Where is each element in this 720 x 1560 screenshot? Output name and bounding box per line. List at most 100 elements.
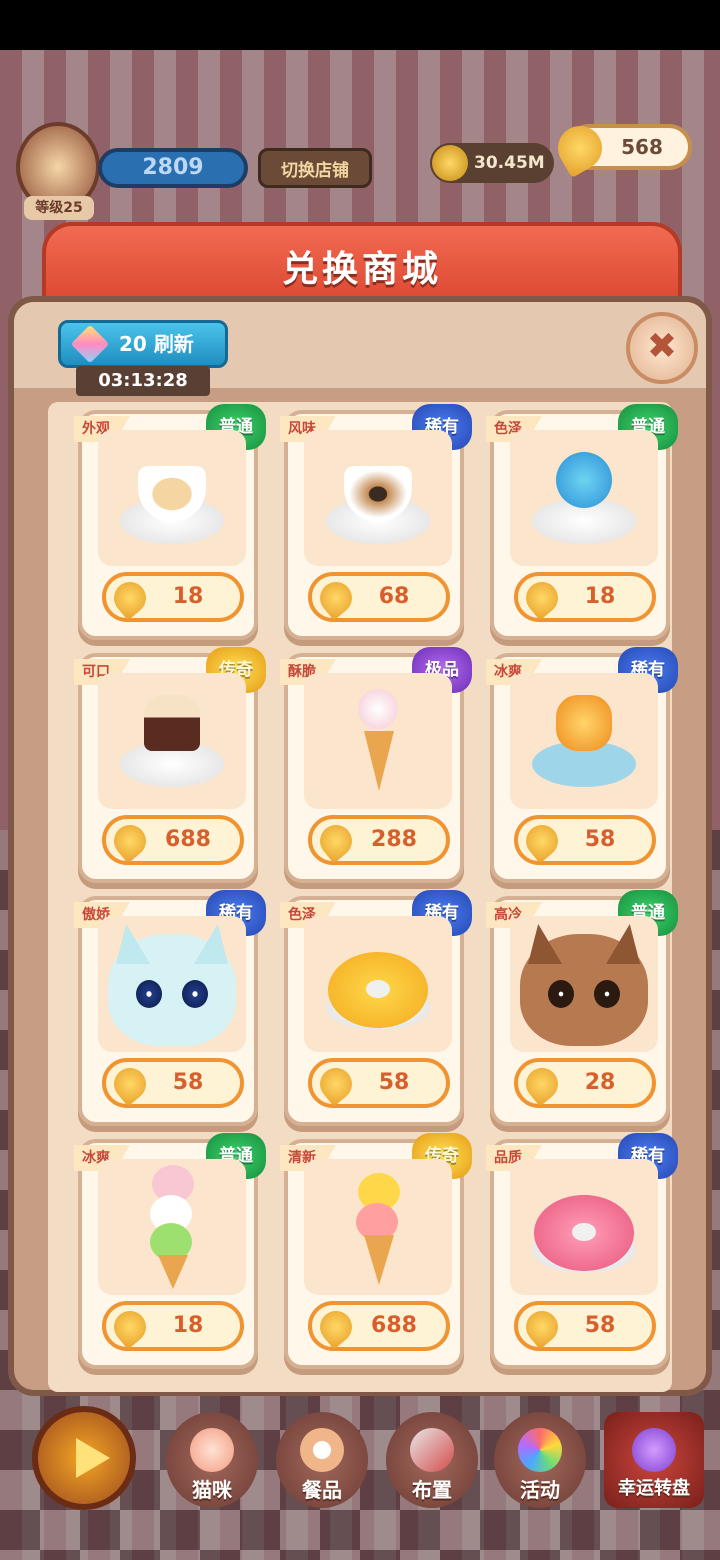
- hammer-icon: [410, 1428, 454, 1472]
- item-card[interactable]: 品质 稀有 58: [486, 1133, 678, 1369]
- item-card[interactable]: 外观 普通 18: [74, 404, 266, 640]
- item-card[interactable]: 高冷 普通 28: [486, 890, 678, 1126]
- item-card[interactable]: 酥脆 极品 288: [280, 647, 472, 883]
- item-card[interactable]: 傲娇 稀有 58: [74, 890, 266, 1126]
- price-value: 58: [584, 827, 616, 852]
- fish-icon: [107, 818, 153, 864]
- coin-counter: 30.45M: [430, 143, 554, 183]
- fish-icon: [313, 575, 359, 621]
- price-value: 18: [584, 584, 616, 609]
- fish-icon: [107, 1304, 153, 1350]
- price-value: 58: [172, 1070, 204, 1095]
- price-value: 688: [165, 827, 211, 852]
- fish-icon: [107, 575, 153, 621]
- fish-icon: [313, 1061, 359, 1107]
- item-art: [304, 430, 452, 566]
- item-art: [98, 1159, 246, 1295]
- item-art: [510, 430, 658, 566]
- price-button[interactable]: 688: [102, 815, 244, 865]
- price-value: 28: [584, 1070, 616, 1095]
- item-art: [98, 916, 246, 1052]
- fish-value: 568: [621, 135, 663, 159]
- fish-icon: [519, 818, 565, 864]
- nav-food-label: 餐品: [302, 1478, 342, 1502]
- item-art: [510, 673, 658, 809]
- gem-icon: [70, 324, 110, 364]
- item-card[interactable]: 风味 稀有 68: [280, 404, 472, 640]
- price-value: 18: [172, 584, 204, 609]
- fish-icon: [313, 1304, 359, 1350]
- item-art: [98, 673, 246, 809]
- fish-currency-counter: 568: [549, 117, 692, 179]
- shop-avatar[interactable]: 等级25: [16, 122, 100, 220]
- nav-decor[interactable]: 布置: [386, 1412, 478, 1508]
- item-card[interactable]: 色泽 稀有 58: [280, 890, 472, 1126]
- price-button[interactable]: 18: [514, 572, 656, 622]
- refresh-label: 刷新: [153, 332, 194, 356]
- paw-icon: [190, 1428, 234, 1472]
- price-button[interactable]: 58: [102, 1058, 244, 1108]
- fish-icon: [313, 818, 359, 864]
- price-button[interactable]: 58: [308, 1058, 450, 1108]
- price-value: 68: [378, 584, 410, 609]
- item-card[interactable]: 清新 传奇 688: [280, 1133, 472, 1369]
- price-button[interactable]: 688: [308, 1301, 450, 1351]
- star-icon: [632, 1428, 676, 1472]
- modal-title: 兑换商城: [281, 249, 442, 290]
- fish-icon: [519, 1304, 565, 1350]
- waffle-cone: [158, 1255, 188, 1289]
- item-card[interactable]: 色泽 普通 18: [486, 404, 678, 640]
- item-art: [510, 916, 658, 1052]
- exchange-shop-modal: 兑换商城 20 刷新 03:13:28 ✖ 外观 普通 18 风味 稀有 68 色泽 普通 18…: [8, 222, 712, 1398]
- yellow-donut: [328, 952, 428, 1028]
- brown-cat: [520, 924, 648, 1046]
- fish-icon: [519, 1061, 565, 1107]
- nav-decor-label: 布置: [412, 1478, 452, 1502]
- refresh-button[interactable]: 20 刷新: [58, 320, 228, 368]
- blue-cupcake: [556, 452, 612, 508]
- item-art: [510, 1159, 658, 1295]
- price-button[interactable]: 18: [102, 572, 244, 622]
- switch-shop-button[interactable]: 切换店铺: [258, 148, 372, 188]
- donut-icon: [300, 1428, 344, 1472]
- price-value: 688: [371, 1313, 417, 1338]
- fish-icon: [519, 575, 565, 621]
- price-button[interactable]: 28: [514, 1058, 656, 1108]
- coin-icon: [432, 145, 468, 181]
- price-value: 288: [371, 827, 417, 852]
- item-art: [304, 1159, 452, 1295]
- nav-cats-label: 猫咪: [192, 1478, 232, 1502]
- item-grid: 外观 普通 18 风味 稀有 68 色泽 普通 18 可口 传奇 688 酥脆 极品 288 冰爽 稀有 58 傲娇…: [48, 402, 678, 1392]
- nav-cats[interactable]: 猫咪: [166, 1412, 258, 1508]
- play-button[interactable]: [32, 1406, 136, 1510]
- chick-popsicle: [556, 695, 612, 751]
- item-art: [304, 673, 452, 809]
- item-card[interactable]: 可口 传奇 688: [74, 647, 266, 883]
- nav-events-label: 活动: [520, 1478, 560, 1502]
- waffle-cone: [364, 731, 394, 791]
- modal-toolbar: 20 刷新 03:13:28 ✖: [14, 302, 706, 396]
- item-card[interactable]: 冰爽 普通 18: [74, 1133, 266, 1369]
- price-value: 18: [172, 1313, 204, 1338]
- coin-value: 30.45M: [474, 153, 545, 173]
- nav-lucky-wheel[interactable]: 幸运转盘: [604, 1412, 704, 1508]
- price-button[interactable]: 58: [514, 815, 656, 865]
- item-art: [98, 430, 246, 566]
- price-button[interactable]: 288: [308, 815, 450, 865]
- close-button[interactable]: ✖: [626, 312, 698, 384]
- nav-lucky-wheel-label: 幸运转盘: [618, 1478, 690, 1499]
- price-value: 58: [584, 1313, 616, 1338]
- shop-level-label: 等级25: [24, 196, 94, 220]
- price-button[interactable]: 18: [102, 1301, 244, 1351]
- modal-body: 20 刷新 03:13:28 ✖ 外观 普通 18 风味 稀有 68 色泽 普通 18 可口 传奇 6…: [8, 296, 712, 1396]
- price-button[interactable]: 58: [514, 1301, 656, 1351]
- price-button[interactable]: 68: [308, 572, 450, 622]
- nav-food[interactable]: 餐品: [276, 1412, 368, 1508]
- pink-donut: [534, 1195, 634, 1271]
- price-value: 58: [378, 1070, 410, 1095]
- fish-icon: [107, 1061, 153, 1107]
- pinwheel-icon: [518, 1428, 562, 1472]
- waffle-cone: [364, 1235, 394, 1285]
- item-card[interactable]: 冰爽 稀有 58: [486, 647, 678, 883]
- nav-events[interactable]: 活动: [494, 1412, 586, 1508]
